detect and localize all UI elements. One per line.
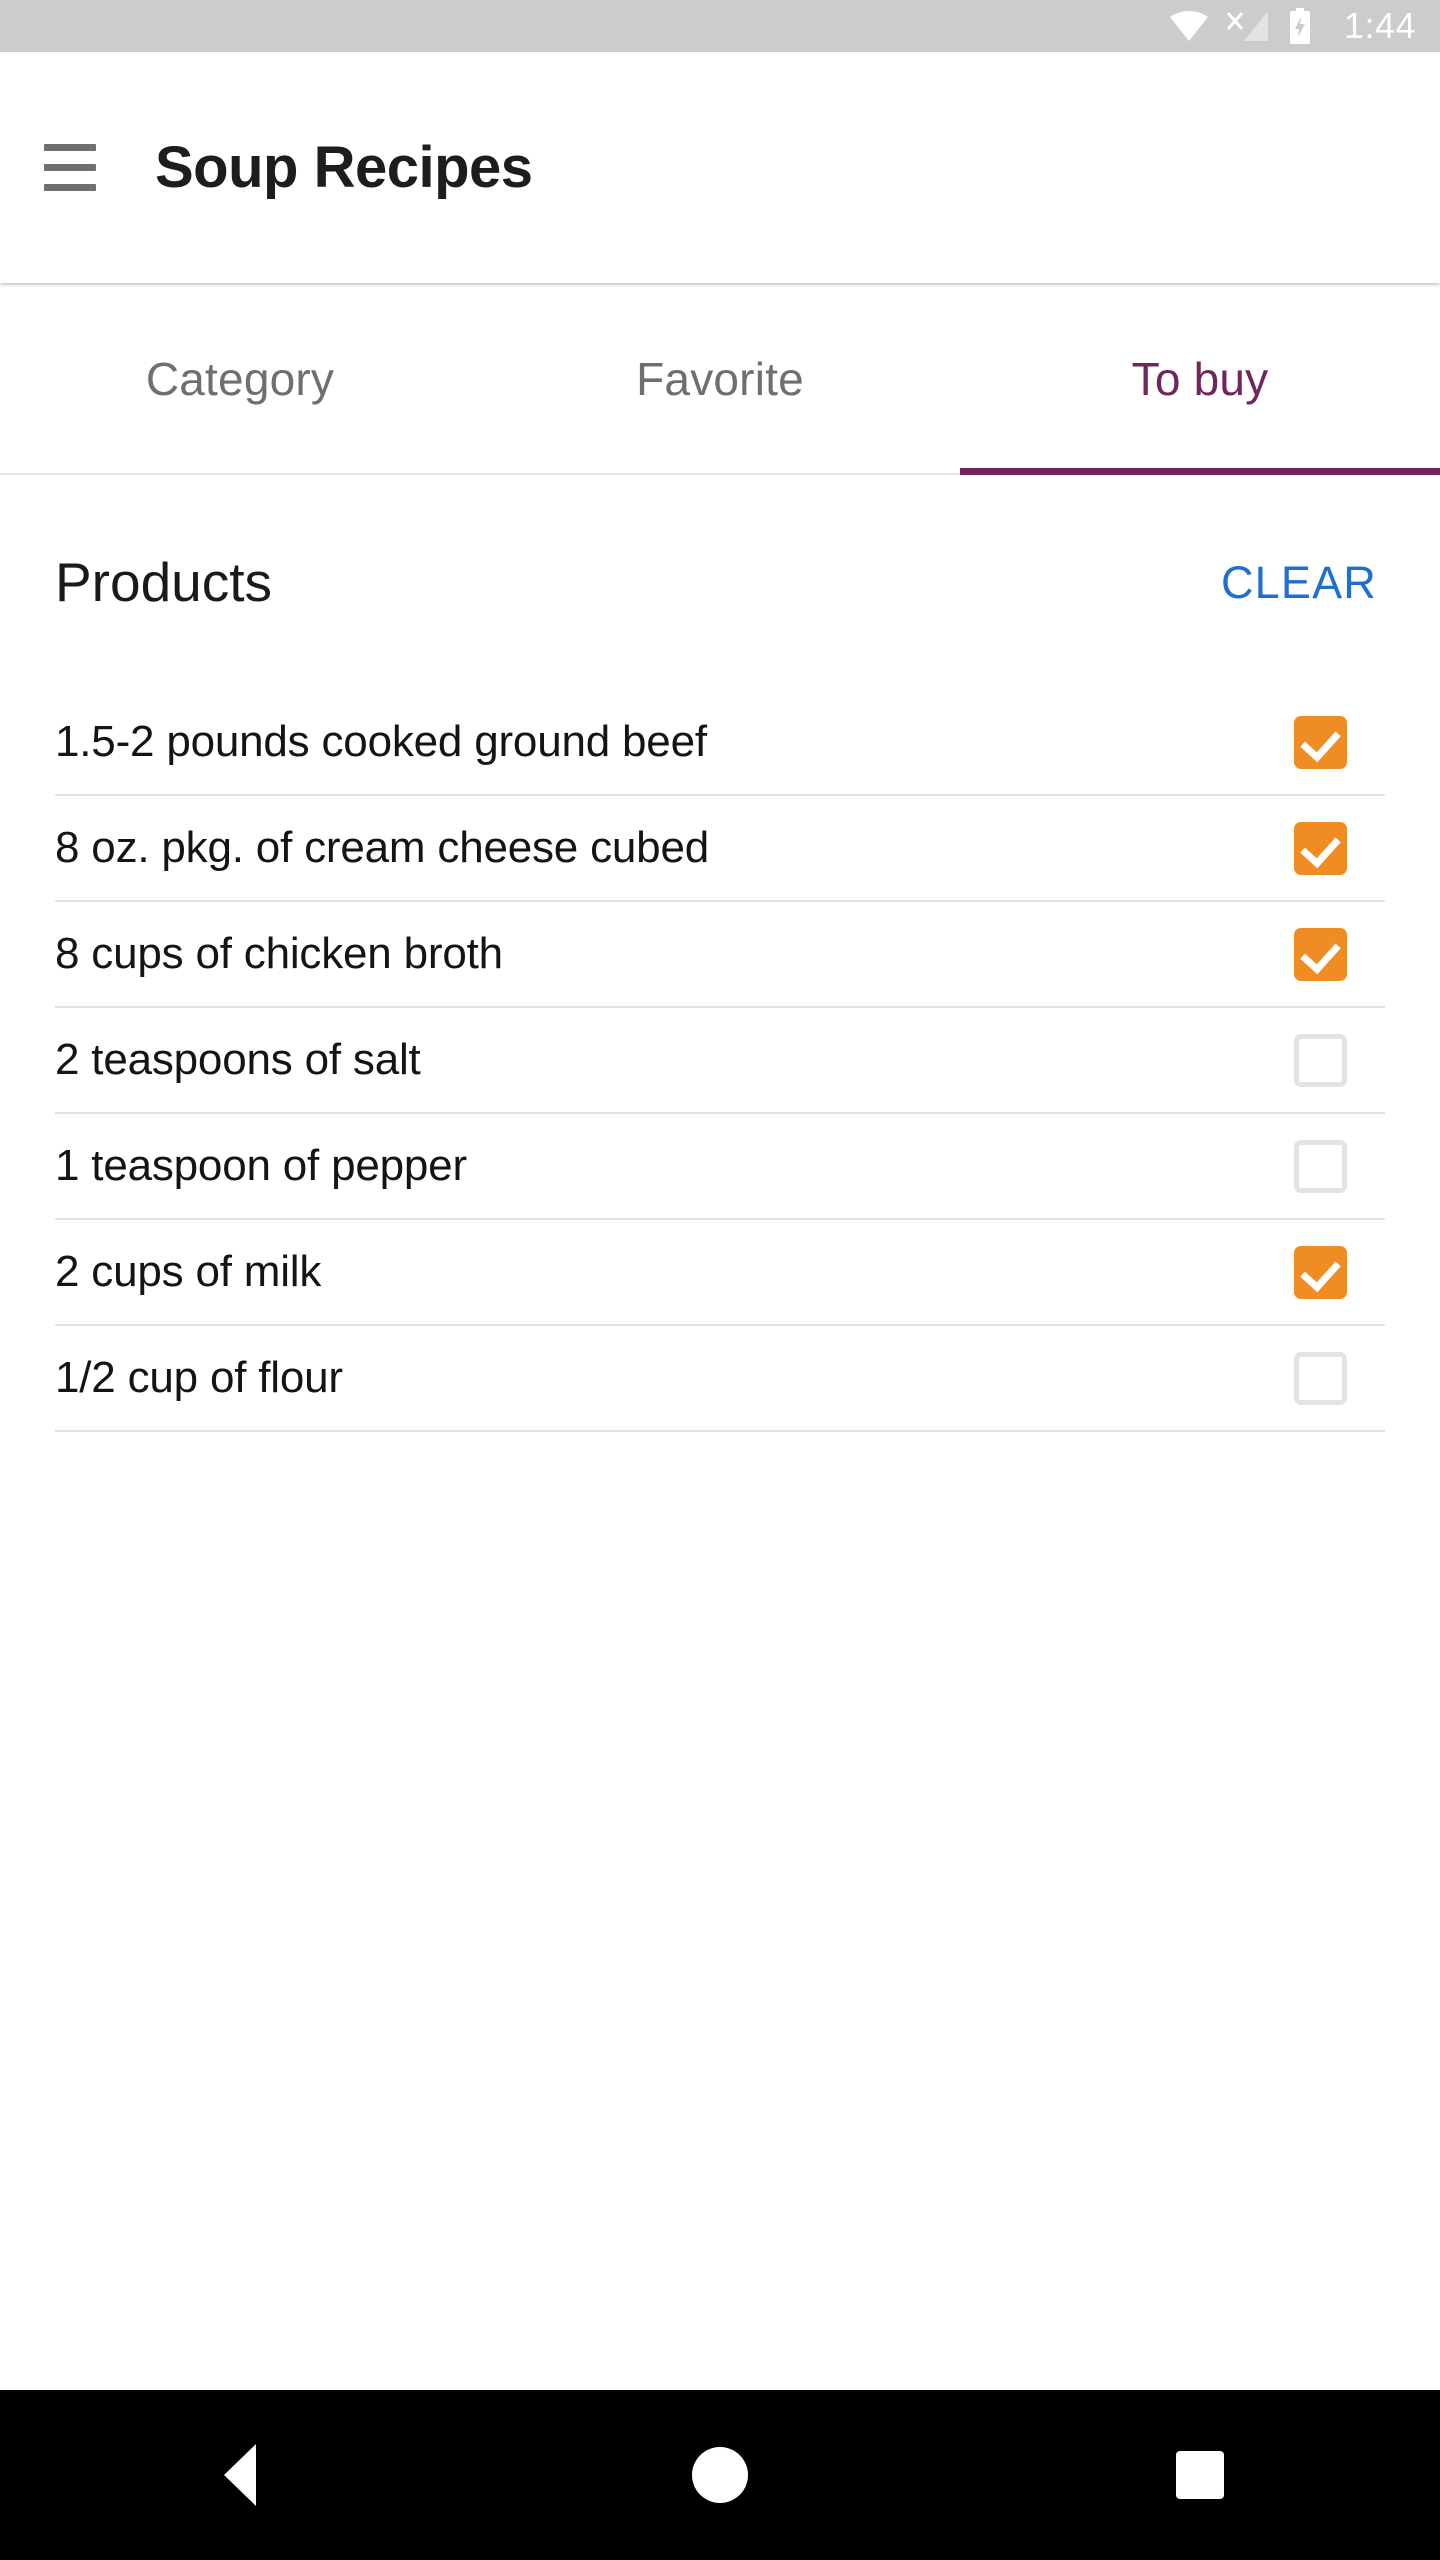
product-checkbox[interactable]: [1294, 715, 1347, 769]
list-item[interactable]: 8 oz. pkg. of cream cheese cubed: [55, 796, 1385, 902]
product-checkbox[interactable]: [1294, 1245, 1347, 1299]
product-label: 8 cups of chicken broth: [55, 929, 503, 978]
list-item[interactable]: 1/2 cup of flour: [55, 1326, 1385, 1432]
status-bar-icons: 1:44: [1169, 5, 1416, 46]
app-bar: Soup Recipes: [0, 52, 1440, 283]
hamburger-bar: [44, 184, 96, 191]
page-title: Soup Recipes: [155, 134, 533, 200]
android-navigation-bar: [0, 2390, 1440, 2560]
cell-signal-no-sim-icon: [1226, 11, 1268, 41]
wifi-icon: [1169, 11, 1208, 41]
product-label: 2 cups of milk: [55, 1247, 322, 1296]
products-section-title: Products: [55, 551, 273, 613]
list-item[interactable]: 1.5-2 pounds cooked ground beef: [55, 690, 1385, 796]
tab-favorite[interactable]: Favorite: [480, 285, 960, 473]
list-item[interactable]: 1 teaspoon of pepper: [55, 1114, 1385, 1220]
clear-button[interactable]: CLEAR: [1213, 547, 1385, 619]
triangle-back-icon: [224, 2444, 256, 2506]
product-checkbox[interactable]: [1294, 927, 1347, 981]
products-header: Products CLEAR: [0, 475, 1440, 690]
product-list: 1.5-2 pounds cooked ground beef 8 oz. pk…: [0, 690, 1440, 1432]
nav-home-button[interactable]: [480, 2390, 960, 2560]
tab-bar: Category Favorite To buy: [0, 285, 1440, 475]
product-label: 2 teaspoons of salt: [55, 1035, 421, 1084]
list-item[interactable]: 2 teaspoons of salt: [55, 1008, 1385, 1114]
circle-home-icon: [692, 2447, 748, 2503]
tab-to-buy[interactable]: To buy: [960, 285, 1440, 475]
product-label: 8 oz. pkg. of cream cheese cubed: [55, 823, 709, 872]
square-recents-icon: [1176, 2451, 1224, 2499]
product-label: 1 teaspoon of pepper: [55, 1141, 467, 1190]
nav-back-button[interactable]: [0, 2390, 480, 2560]
nav-recents-button[interactable]: [960, 2390, 1440, 2560]
status-bar: 1:44: [0, 0, 1440, 52]
list-item[interactable]: 8 cups of chicken broth: [55, 902, 1385, 1008]
hamburger-menu-icon[interactable]: [22, 120, 118, 216]
hamburger-bar: [44, 144, 96, 151]
product-label: 1/2 cup of flour: [55, 1353, 343, 1402]
battery-charging-icon: [1289, 8, 1310, 44]
hamburger-bar: [44, 164, 96, 171]
product-checkbox[interactable]: [1294, 1351, 1347, 1405]
status-bar-clock: 1:44: [1343, 5, 1416, 46]
product-label: 1.5-2 pounds cooked ground beef: [55, 717, 707, 766]
product-checkbox[interactable]: [1294, 1139, 1347, 1193]
product-checkbox[interactable]: [1294, 821, 1347, 875]
list-item[interactable]: 2 cups of milk: [55, 1220, 1385, 1326]
tab-category[interactable]: Category: [0, 285, 480, 473]
product-checkbox[interactable]: [1294, 1033, 1347, 1087]
